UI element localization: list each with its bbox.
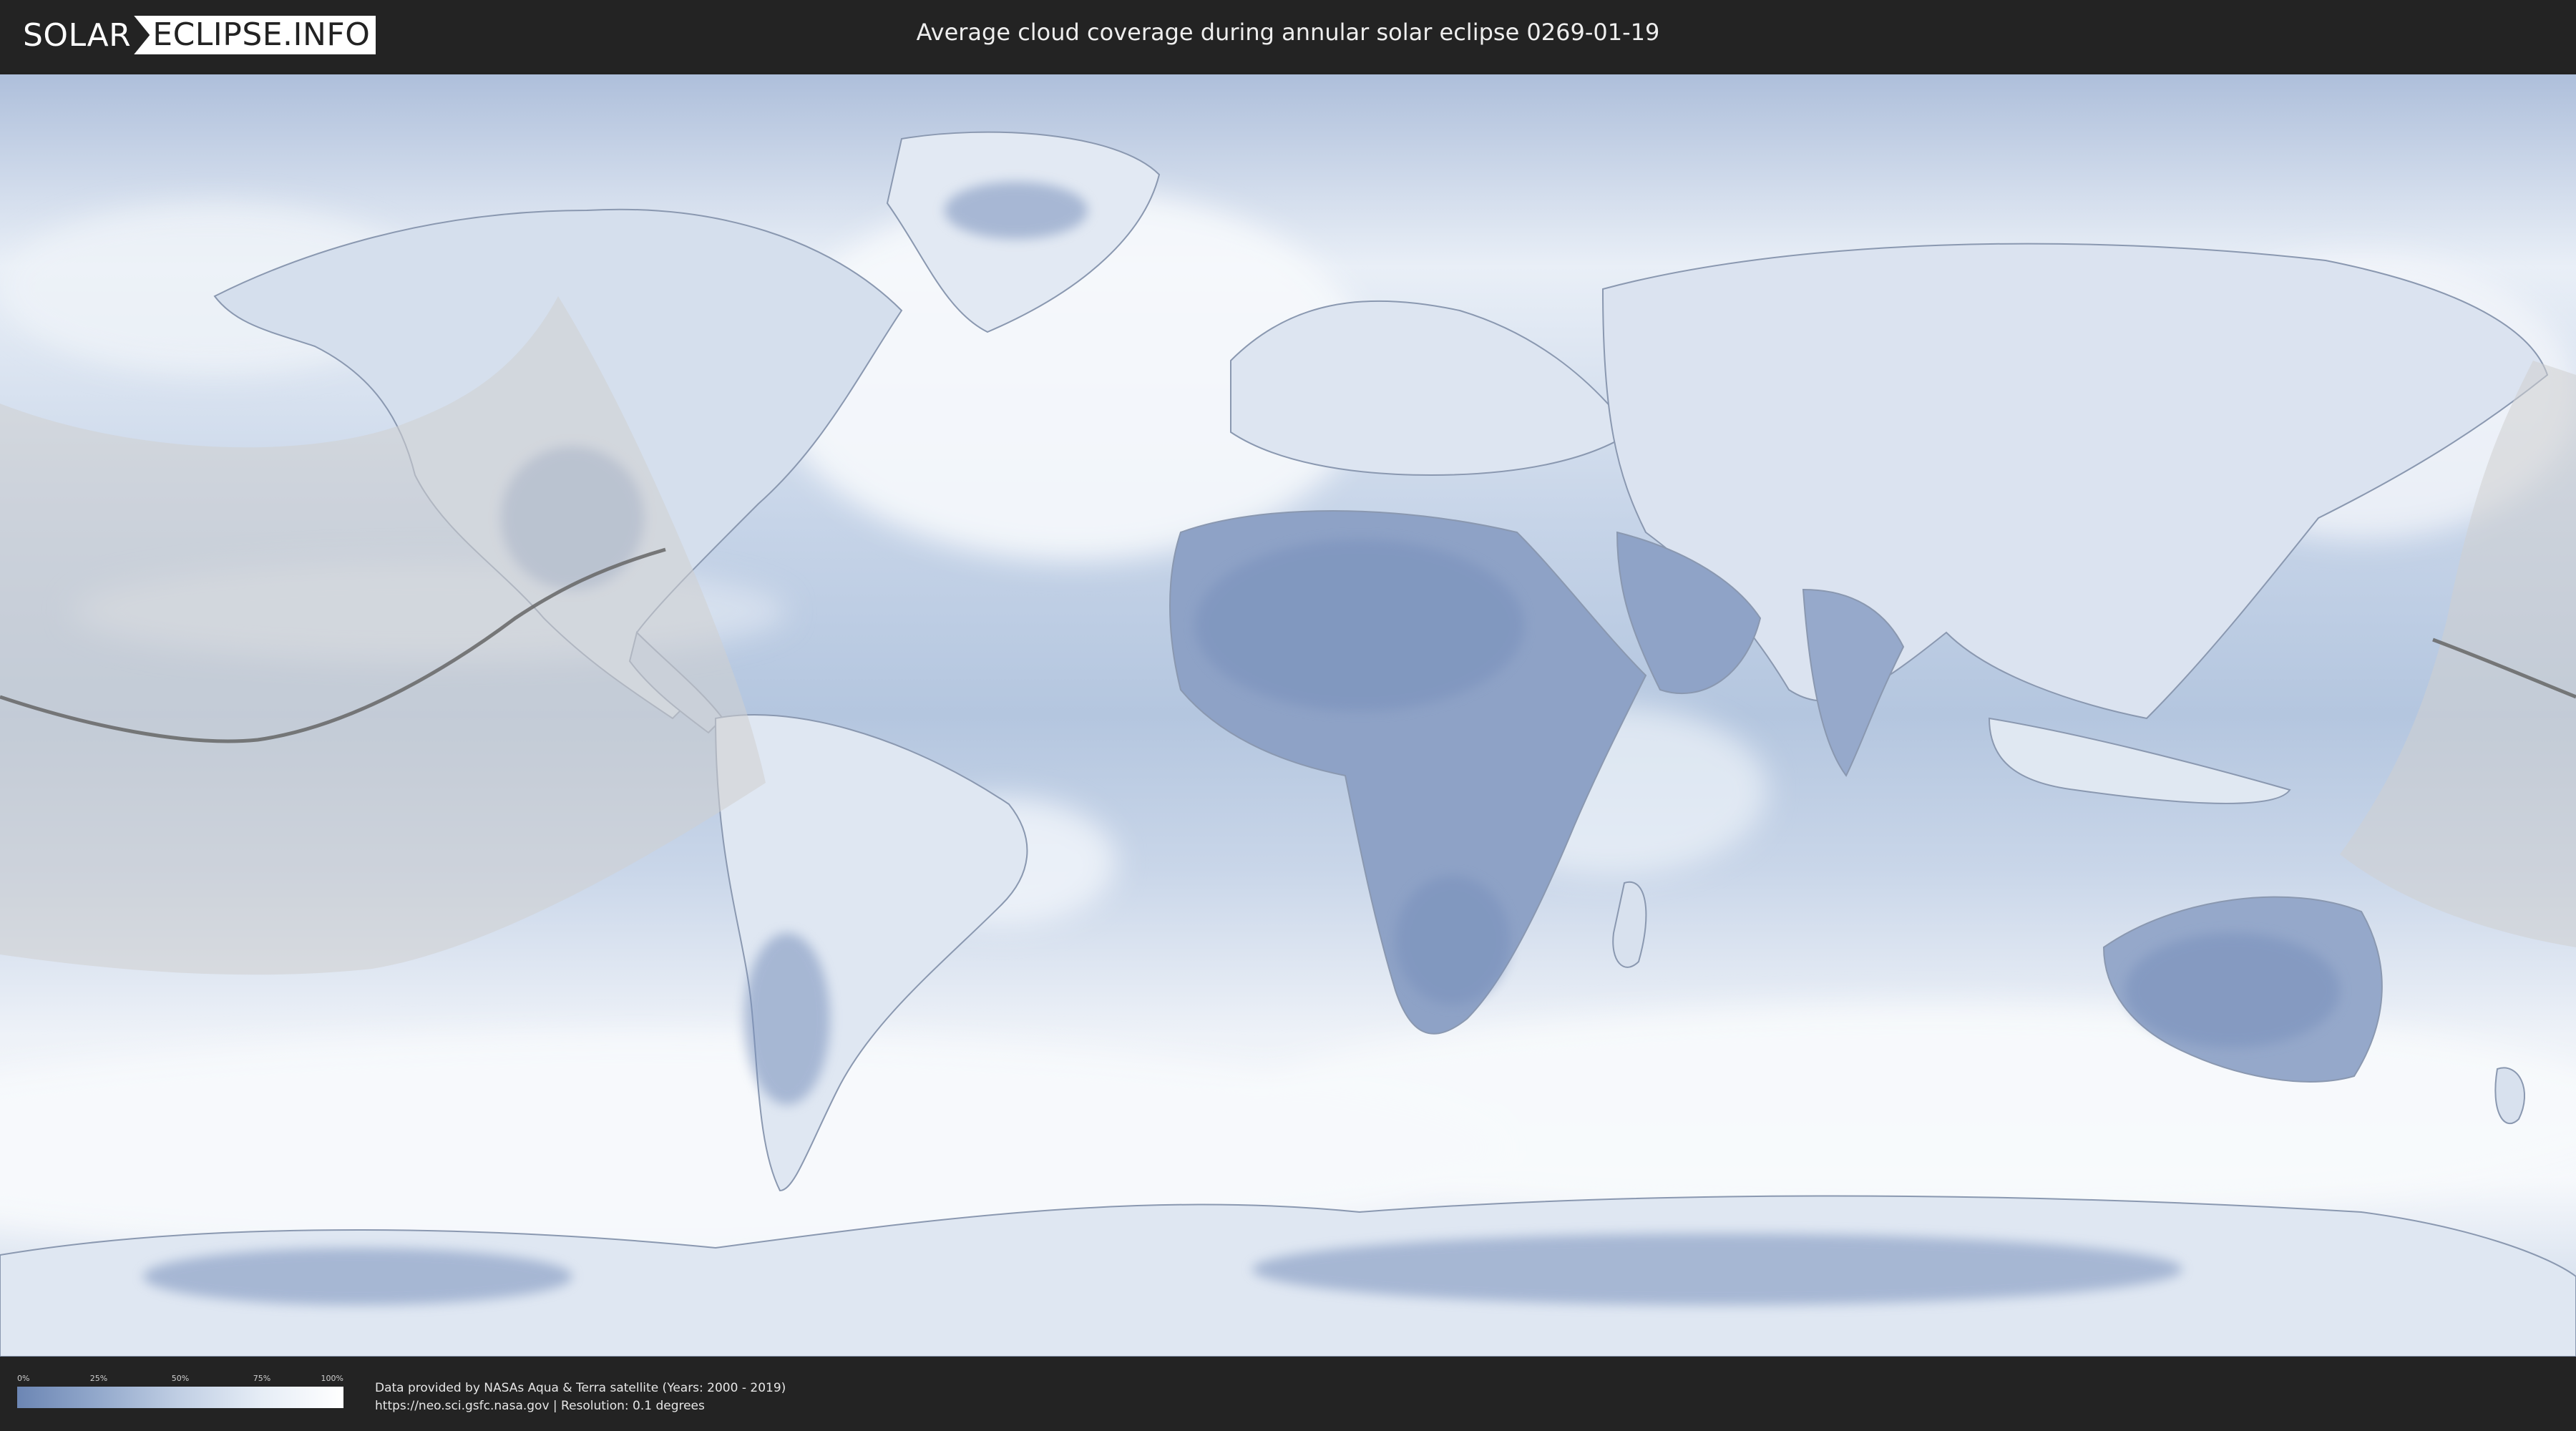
page-title: Average cloud coverage during annular so… [916,19,1660,46]
legend-tick-0: 0% [17,1374,30,1383]
footer-bar: 0% 25% 50% 75% 100% Data provided by NAS… [0,1357,2576,1431]
legend-tick-50: 50% [171,1374,190,1383]
legend-tick-100: 100% [321,1374,343,1383]
cloud-coverage-map [0,74,2576,1357]
legend-tick-75: 75% [253,1374,271,1383]
header-bar: SOLAR ECLIPSE.INFO Average cloud coverag… [0,0,2576,72]
legend-color-bar [17,1387,343,1408]
cloud-coverage-legend: 0% 25% 50% 75% 100% [17,1374,343,1408]
credit-line-source: Data provided by NASAs Aqua & Terra sate… [375,1381,786,1395]
legend-ticks: 0% 25% 50% 75% 100% [17,1374,343,1387]
data-credits: Data provided by NASAs Aqua & Terra sate… [375,1379,786,1415]
map-graphic [0,74,2576,1357]
legend-tick-25: 25% [89,1374,108,1383]
credit-line-url: https://neo.sci.gsfc.nasa.gov | Resoluti… [375,1399,705,1413]
